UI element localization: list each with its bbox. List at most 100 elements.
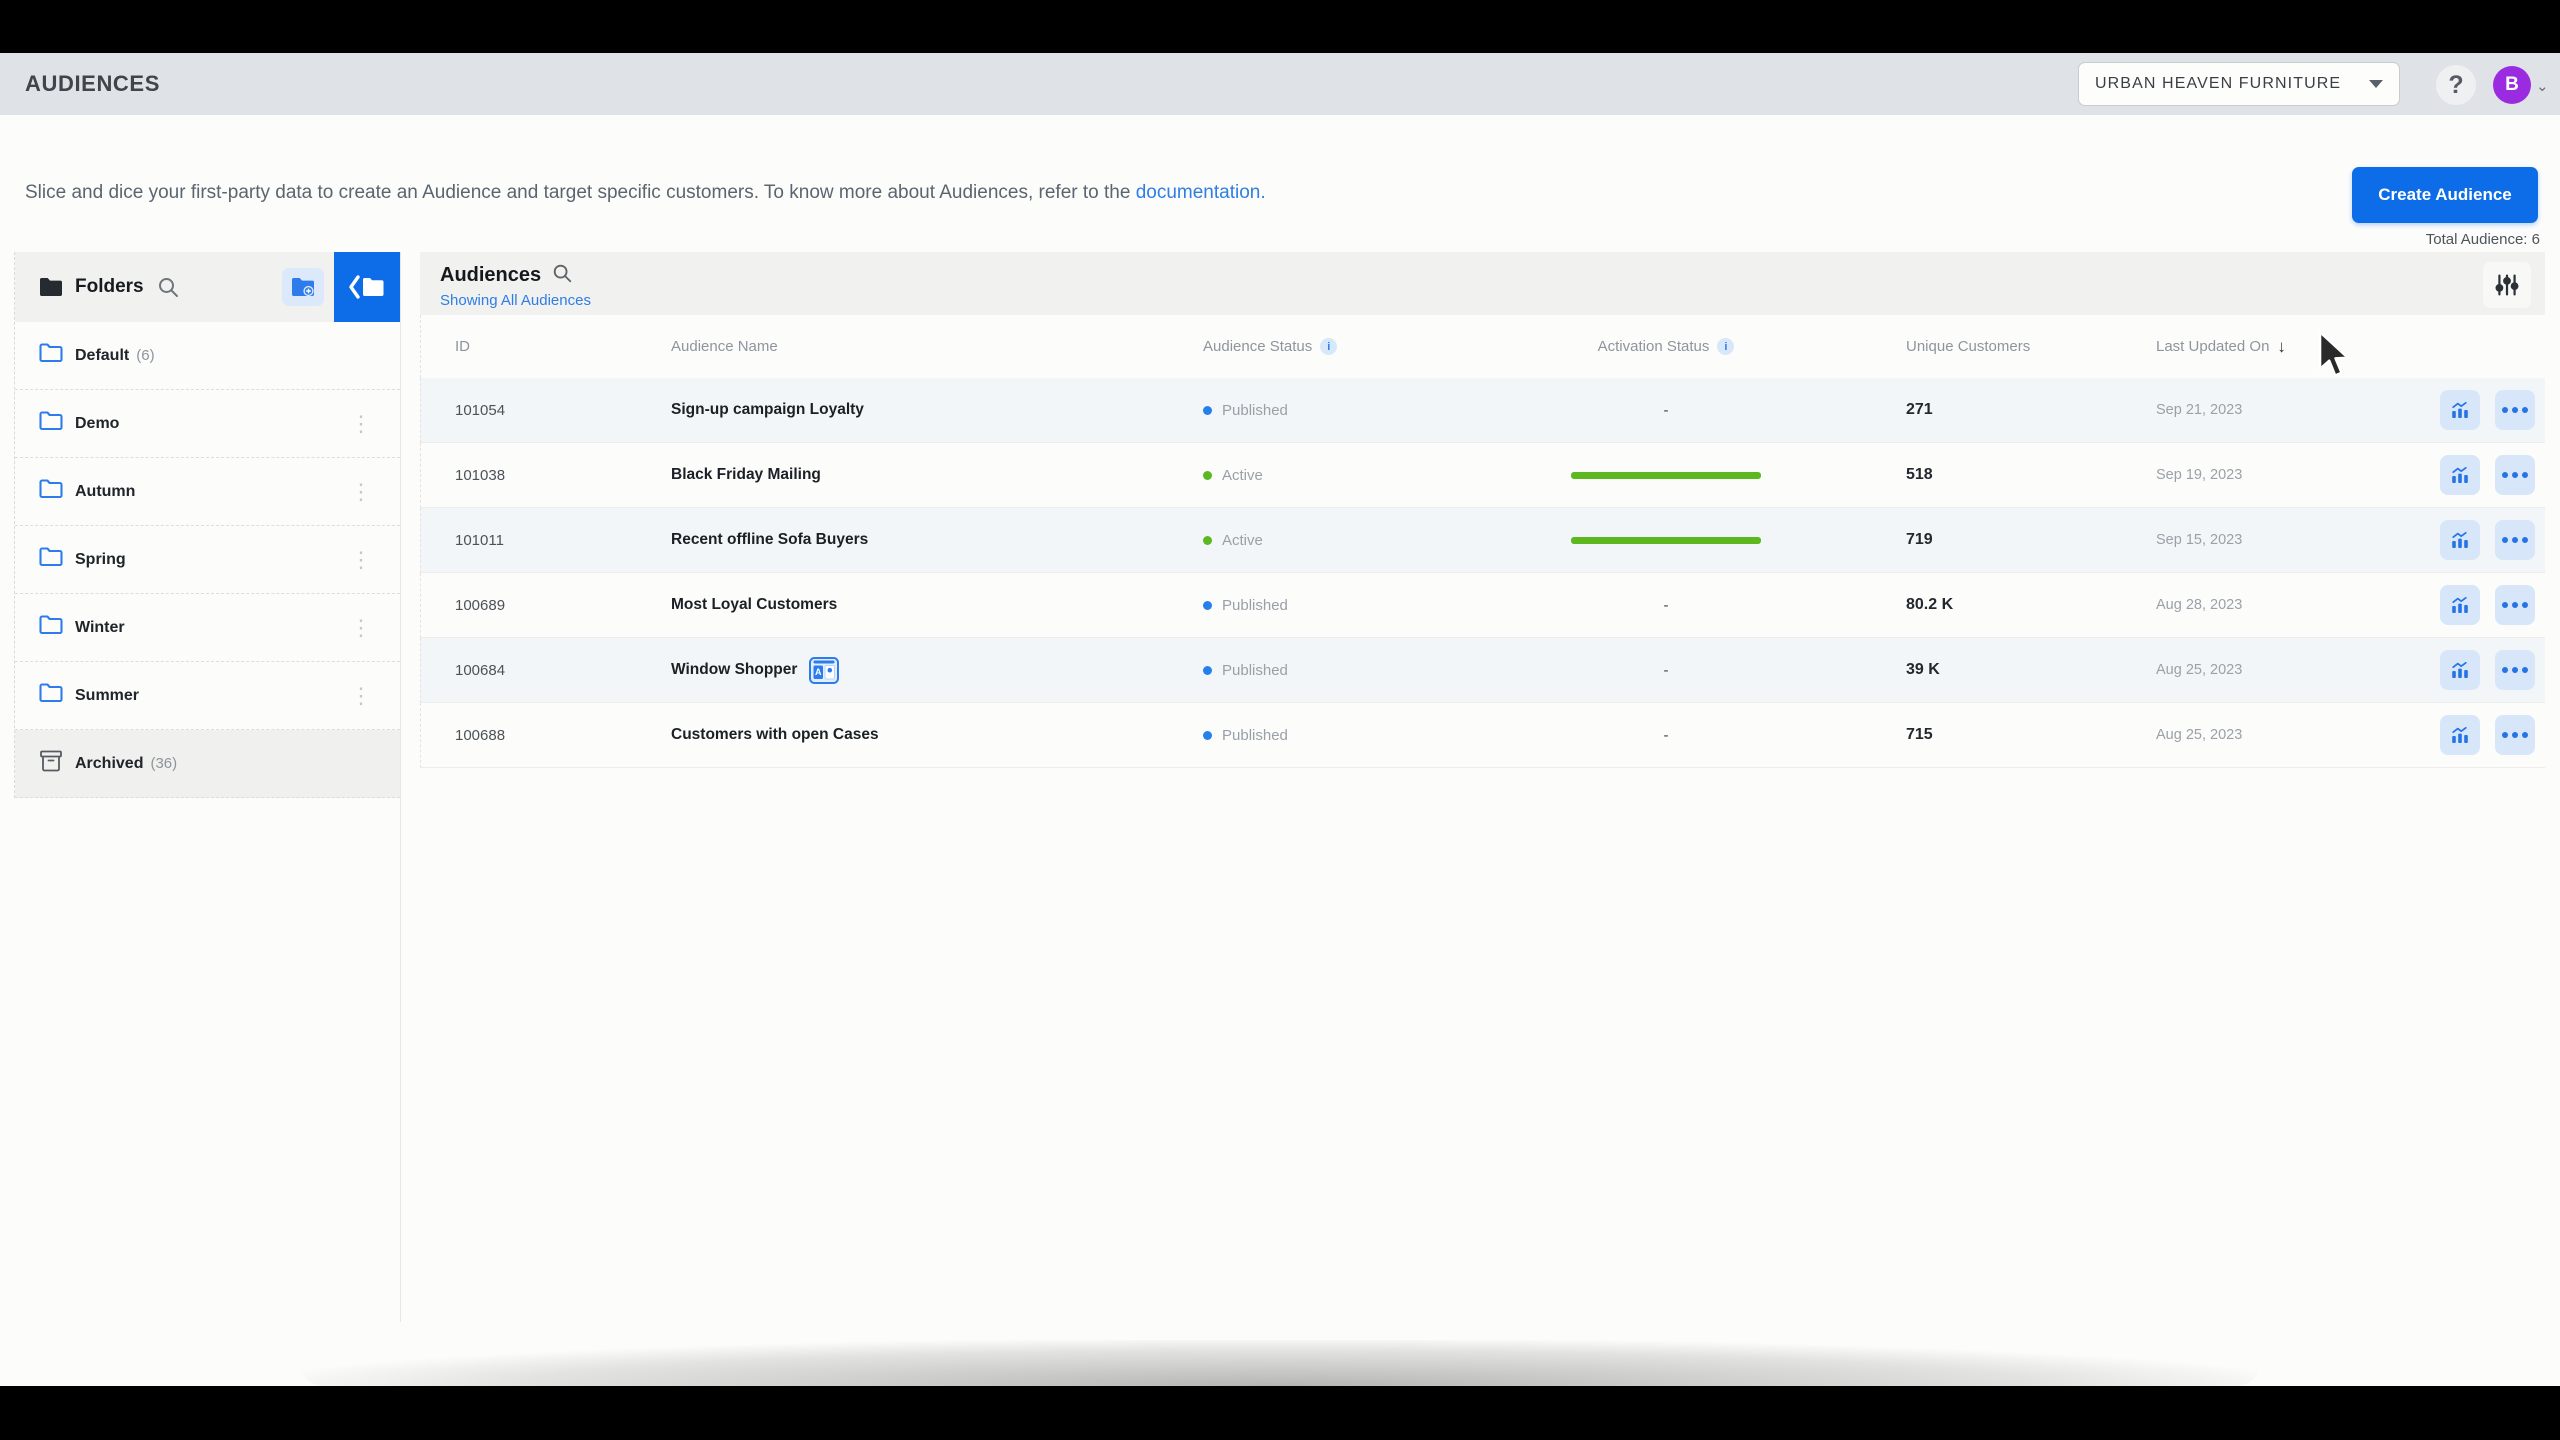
folder-menu-kebab-icon[interactable]: ⋮ [350, 485, 372, 499]
documentation-link[interactable]: documentation. [1136, 182, 1266, 203]
column-header-last-updated-on[interactable]: Last Updated On↓ [2121, 337, 2411, 357]
audience-status: Published [1171, 727, 1501, 744]
audience-id: 101011 [421, 532, 671, 549]
column-header-activation-status: Activation Statusi [1501, 338, 1831, 355]
folder-menu-kebab-icon[interactable]: ⋮ [350, 621, 372, 635]
sort-desc-icon[interactable]: ↓ [2277, 337, 2286, 357]
more-options-button[interactable] [2495, 455, 2535, 495]
collapse-sidebar-button[interactable] [334, 252, 400, 322]
audience-id: 101038 [421, 467, 671, 484]
avatar[interactable]: B [2493, 66, 2531, 104]
audience-status: Active [1171, 467, 1501, 484]
analytics-button[interactable] [2440, 520, 2480, 560]
page-description: Slice and dice your first-party data to … [25, 182, 1266, 204]
activation-status [1501, 537, 1831, 544]
bar-chart-icon [2449, 594, 2471, 616]
sidebar-folder-default[interactable]: Default(6) [15, 322, 400, 390]
folder-menu-kebab-icon[interactable]: ⋮ [350, 689, 372, 703]
letterbox-top [0, 0, 2560, 53]
window-bottom-shadow [300, 1340, 2260, 1386]
sidebar-folder-winter[interactable]: Winter⋮ [15, 594, 400, 662]
audience-id: 101054 [421, 402, 671, 419]
create-audience-button[interactable]: Create Audience [2352, 167, 2538, 223]
folder-menu-kebab-icon[interactable]: ⋮ [350, 417, 372, 431]
table-column-headers: IDAudience NameAudience StatusiActivatio… [420, 315, 2545, 378]
table-body: 101054Sign-up campaign LoyaltyPublished-… [420, 378, 2545, 768]
avatar-chevron-down-icon[interactable]: ⌄ [2536, 77, 2549, 95]
page: AUDIENCES URBAN HEAVEN FURNITURE ? B ⌄ S… [0, 0, 2560, 1440]
row-actions [2411, 520, 2545, 560]
more-options-button[interactable] [2495, 390, 2535, 430]
info-icon[interactable]: i [1320, 338, 1337, 355]
column-header-audience-status: Audience Status i [1171, 338, 1501, 355]
ellipsis-icon [2502, 732, 2528, 738]
folder-label: Demo [75, 415, 119, 433]
folders-sidebar: Folders Default(6)Demo⋮Autumn⋮Spring⋮Win… [14, 252, 400, 798]
sidebar-folder-summer[interactable]: Summer⋮ [15, 662, 400, 730]
analytics-button[interactable] [2440, 585, 2480, 625]
sidebar-folder-spring[interactable]: Spring ⋮ [15, 526, 400, 594]
table-row[interactable]: 100684Window ShopperAPublished-39 KAug 2… [420, 638, 2545, 703]
status-dot [1203, 731, 1212, 740]
folder-label: Spring [75, 551, 126, 569]
help-icon: ? [2448, 71, 2463, 100]
help-button[interactable]: ? [2436, 65, 2476, 105]
page-title: AUDIENCES [25, 53, 160, 115]
table-row[interactable]: 100689Most Loyal CustomersPublished-80.2… [420, 573, 2545, 638]
audience-name: Customers with open Cases [671, 726, 1171, 744]
audiences-search-icon[interactable] [551, 262, 573, 289]
activation-empty: - [1664, 662, 1669, 679]
audience-id: 100684 [421, 662, 671, 679]
unique-customers: 719 [1831, 531, 2121, 549]
table-row[interactable]: 101011Recent offline Sofa BuyersActive71… [420, 508, 2545, 573]
ellipsis-icon [2502, 407, 2528, 413]
analytics-button[interactable] [2440, 390, 2480, 430]
folder-icon [39, 411, 63, 436]
ellipsis-icon [2502, 537, 2528, 543]
status-dot [1203, 601, 1212, 610]
sidebar-archived[interactable]: Archived(36) [15, 730, 400, 798]
table-row[interactable]: 101054Sign-up campaign LoyaltyPublished-… [420, 378, 2545, 443]
add-folder-button[interactable] [282, 268, 324, 306]
status-dot [1203, 471, 1212, 480]
column-label: Audience Status [1203, 338, 1312, 355]
total-audience-count: Total Audience: 6 [2426, 231, 2540, 248]
folder-list: Default(6)Demo⋮Autumn⋮Spring⋮Winter⋮Summ… [15, 322, 400, 798]
analytics-button[interactable] [2440, 715, 2480, 755]
folder-menu-kebab-icon[interactable]: ⋮ [350, 553, 372, 567]
table-row[interactable]: 101038Black Friday MailingActive518Sep 1… [420, 443, 2545, 508]
company-selector[interactable]: URBAN HEAVEN FURNITURE [2078, 62, 2400, 106]
chevron-down-icon [2369, 80, 2383, 88]
folder-icon [39, 547, 63, 572]
unique-customers: 39 K [1831, 661, 2121, 679]
analytics-button[interactable] [2440, 650, 2480, 690]
showing-all-audiences-link[interactable]: Showing All Audiences [440, 292, 2545, 309]
bar-chart-icon [2449, 659, 2471, 681]
more-options-button[interactable] [2495, 715, 2535, 755]
unique-customers: 80.2 K [1831, 596, 2121, 614]
last-updated: Aug 28, 2023 [2121, 597, 2411, 613]
sidebar-folder-demo[interactable]: Demo ⋮ [15, 390, 400, 458]
bar-chart-icon [2449, 724, 2471, 746]
more-options-button[interactable] [2495, 585, 2535, 625]
audience-id: 100689 [421, 597, 671, 614]
audiences-title: Audiences [440, 264, 541, 287]
audiences-panel-header: Audiences Showing All Audiences [420, 252, 2545, 315]
activation-empty: - [1664, 597, 1669, 614]
sidebar-folder-autumn[interactable]: Autumn⋮ [15, 458, 400, 526]
column-label: ID [455, 338, 470, 355]
table-row[interactable]: 100688Customers with open CasesPublished… [420, 703, 2545, 768]
table-settings-button[interactable] [2483, 262, 2531, 308]
activation-status: - [1501, 662, 1831, 679]
column-header-audience-name: Audience Name [671, 338, 1171, 355]
status-dot [1203, 536, 1212, 545]
more-options-button[interactable] [2495, 650, 2535, 690]
folders-search-icon[interactable] [156, 275, 180, 299]
analytics-button[interactable] [2440, 455, 2480, 495]
unique-customers: 715 [1831, 726, 2121, 744]
folder-icon [39, 615, 63, 640]
info-icon[interactable]: i [1717, 338, 1734, 355]
more-options-button[interactable] [2495, 520, 2535, 560]
sidebar-divider [400, 252, 401, 1322]
audience-name: Window ShopperA [671, 657, 1171, 684]
